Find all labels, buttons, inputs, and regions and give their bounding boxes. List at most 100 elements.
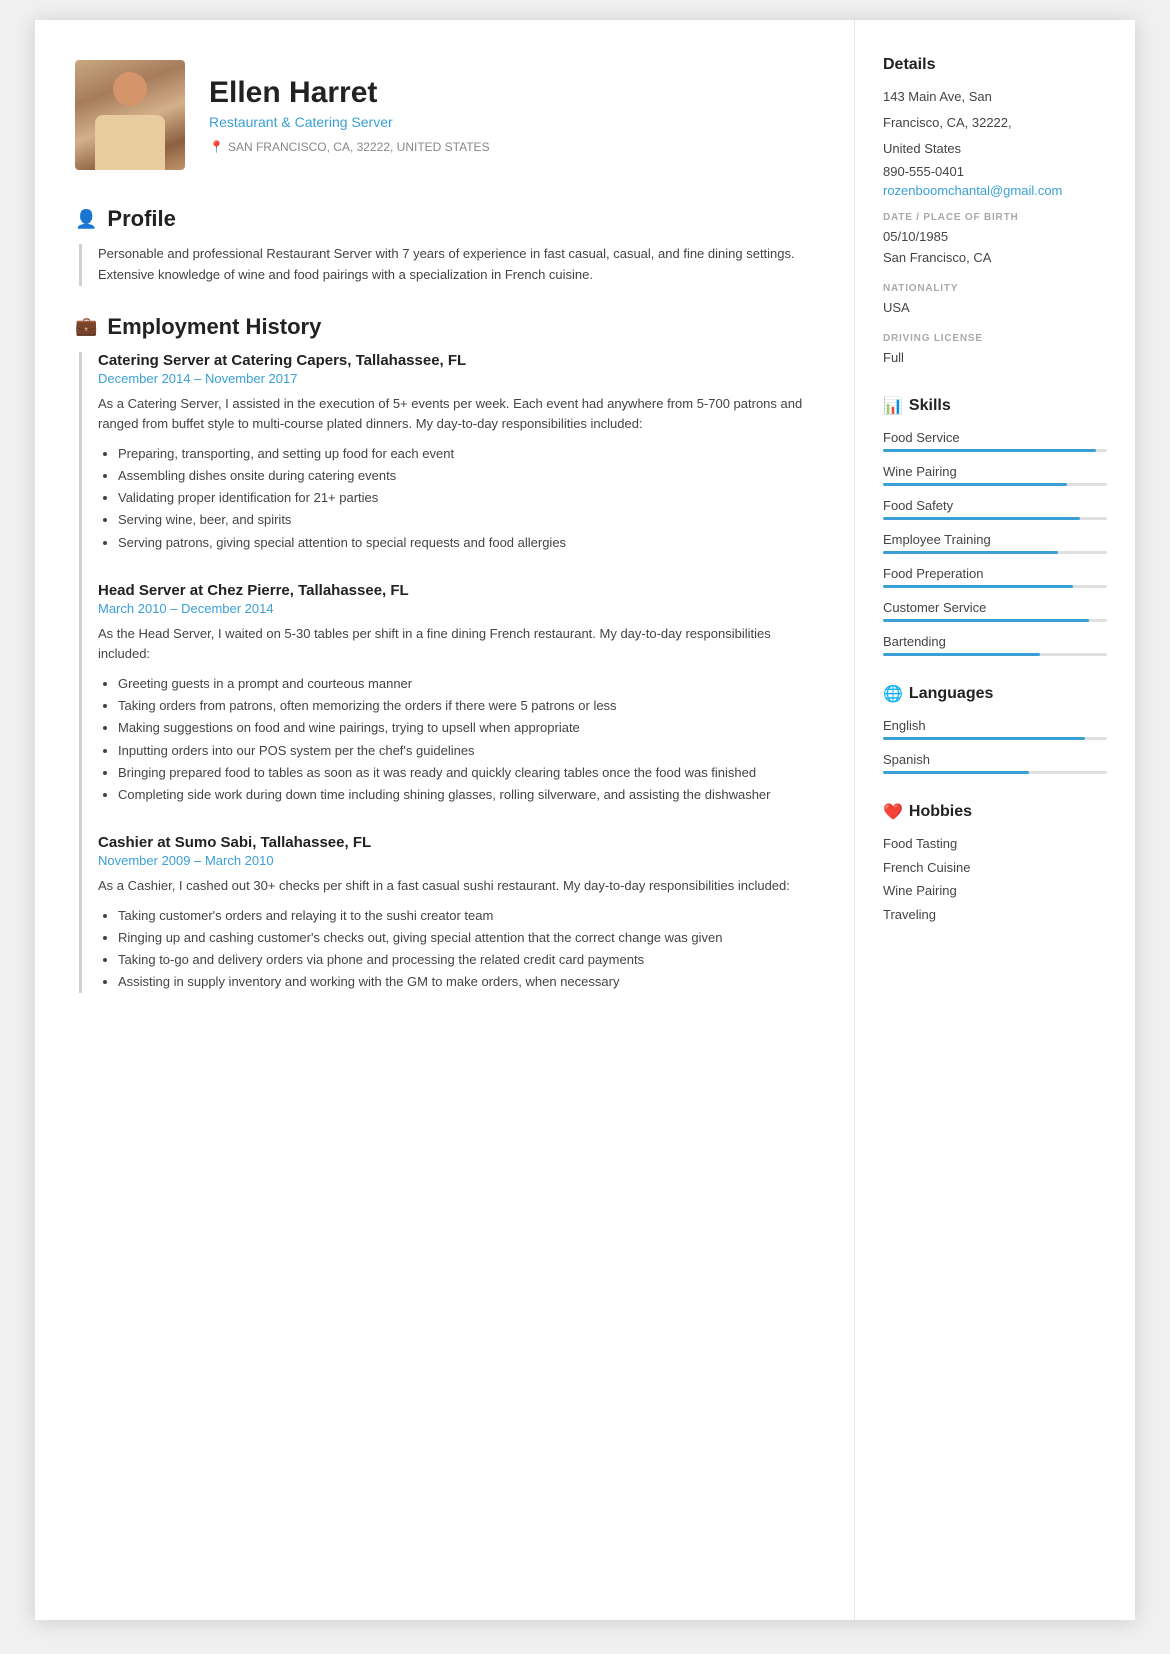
list-item: Serving wine, beer, and spirits: [118, 509, 814, 531]
job-3-bullets: Taking customer's orders and relaying it…: [98, 905, 814, 993]
hobby-1: Food Tasting: [883, 832, 1107, 855]
language-item-2: Spanish: [883, 752, 1107, 774]
job-3: Cashier at Sumo Sabi, Tallahassee, FL No…: [98, 834, 814, 993]
languages-icon: 🌐: [883, 684, 903, 704]
employment-header: 💼 Employment History: [75, 314, 814, 340]
skill-item-1: Food Service: [883, 430, 1107, 452]
main-content: Ellen Harret Restaurant & Catering Serve…: [35, 20, 855, 1620]
job-2: Head Server at Chez Pierre, Tallahassee,…: [98, 582, 814, 806]
license-label: DRIVING LICENSE: [883, 333, 1107, 344]
license-value: Full: [883, 348, 1107, 369]
lang-bar-fill-2: [883, 771, 1029, 774]
list-item: Making suggestions on food and wine pair…: [118, 717, 814, 739]
header-section: Ellen Harret Restaurant & Catering Serve…: [75, 60, 814, 170]
list-item: Preparing, transporting, and setting up …: [118, 443, 814, 465]
job-2-dates: March 2010 – December 2014: [98, 601, 814, 616]
skill-bar-bg-7: [883, 653, 1107, 656]
avatar: [75, 60, 185, 170]
skill-item-7: Bartending: [883, 634, 1107, 656]
candidate-location: 📍 SAN FRANCISCO, CA, 32222, UNITED STATE…: [209, 140, 814, 154]
profile-title: Profile: [107, 206, 175, 232]
job-1: Catering Server at Catering Capers, Tall…: [98, 352, 814, 554]
skill-bar-bg-4: [883, 551, 1107, 554]
languages-section: 🌐 Languages English Spanish: [883, 684, 1107, 774]
job-2-description: As the Head Server, I waited on 5-30 tab…: [98, 624, 814, 666]
profile-section: 👤 Profile Personable and professional Re…: [75, 206, 814, 286]
employment-icon: 💼: [75, 316, 97, 337]
dob-label: DATE / PLACE OF BIRTH: [883, 212, 1107, 223]
skills-section: 📊 Skills Food Service Wine Pairing Food …: [883, 396, 1107, 656]
skill-bar-fill-7: [883, 653, 1040, 656]
job-1-dates: December 2014 – November 2017: [98, 371, 814, 386]
skill-bar-bg-3: [883, 517, 1107, 520]
details-address-3: United States: [883, 138, 1107, 160]
skill-item-4: Employee Training: [883, 532, 1107, 554]
profile-header: 👤 Profile: [75, 206, 814, 232]
details-section: Details 143 Main Ave, San Francisco, CA,…: [883, 56, 1107, 368]
hobbies-section: ❤️ Hobbies Food Tasting French Cuisine W…: [883, 802, 1107, 926]
list-item: Ringing up and cashing customer's checks…: [118, 927, 814, 949]
list-item: Taking orders from patrons, often memori…: [118, 695, 814, 717]
languages-title: 🌐 Languages: [883, 684, 1107, 704]
job-1-description: As a Catering Server, I assisted in the …: [98, 394, 814, 436]
nationality-value: USA: [883, 298, 1107, 319]
skill-item-6: Customer Service: [883, 600, 1107, 622]
candidate-title: Restaurant & Catering Server: [209, 114, 814, 130]
language-item-1: English: [883, 718, 1107, 740]
header-info: Ellen Harret Restaurant & Catering Serve…: [209, 76, 814, 154]
skills-title: 📊 Skills: [883, 396, 1107, 416]
job-3-description: As a Cashier, I cashed out 30+ checks pe…: [98, 876, 814, 897]
candidate-name: Ellen Harret: [209, 76, 814, 110]
list-item: Inputting orders into our POS system per…: [118, 740, 814, 762]
profile-divider: Personable and professional Restaurant S…: [79, 244, 814, 286]
hobbies-title: ❤️ Hobbies: [883, 802, 1107, 822]
skill-bar-fill-3: [883, 517, 1080, 520]
list-item: Completing side work during down time in…: [118, 784, 814, 806]
skill-bar-bg-1: [883, 449, 1107, 452]
employment-title: Employment History: [107, 314, 321, 340]
lang-bar-bg-1: [883, 737, 1107, 740]
skill-bar-fill-5: [883, 585, 1073, 588]
dob-value: 05/10/1985: [883, 227, 1107, 248]
profile-text: Personable and professional Restaurant S…: [98, 244, 814, 286]
skill-bar-bg-5: [883, 585, 1107, 588]
list-item: Greeting guests in a prompt and courteou…: [118, 673, 814, 695]
resume-wrapper: Ellen Harret Restaurant & Catering Serve…: [35, 20, 1135, 1620]
job-2-bullets: Greeting guests in a prompt and courteou…: [98, 673, 814, 806]
details-title: Details: [883, 56, 1107, 74]
list-item: Bringing prepared food to tables as soon…: [118, 762, 814, 784]
hobbies-icon: ❤️: [883, 802, 903, 822]
skill-bar-bg-6: [883, 619, 1107, 622]
list-item: Taking to-go and delivery orders via pho…: [118, 949, 814, 971]
skill-bar-bg-2: [883, 483, 1107, 486]
skill-bar-fill-2: [883, 483, 1067, 486]
job-3-title: Cashier at Sumo Sabi, Tallahassee, FL: [98, 834, 814, 851]
sidebar: Details 143 Main Ave, San Francisco, CA,…: [855, 20, 1135, 1620]
lang-bar-bg-2: [883, 771, 1107, 774]
list-item: Taking customer's orders and relaying it…: [118, 905, 814, 927]
list-item: Assisting in supply inventory and workin…: [118, 971, 814, 993]
nationality-label: NATIONALITY: [883, 283, 1107, 294]
hobby-3: Wine Pairing: [883, 879, 1107, 902]
details-address-1: 143 Main Ave, San: [883, 86, 1107, 108]
skill-bar-fill-6: [883, 619, 1089, 622]
profile-icon: 👤: [75, 209, 97, 230]
hobby-2: French Cuisine: [883, 856, 1107, 879]
job-1-title: Catering Server at Catering Capers, Tall…: [98, 352, 814, 369]
job-3-dates: November 2009 – March 2010: [98, 853, 814, 868]
lang-bar-fill-1: [883, 737, 1085, 740]
skill-bar-fill-1: [883, 449, 1096, 452]
skill-item-5: Food Preperation: [883, 566, 1107, 588]
skill-item-3: Food Safety: [883, 498, 1107, 520]
list-item: Assembling dishes onsite during catering…: [118, 465, 814, 487]
job-2-title: Head Server at Chez Pierre, Tallahassee,…: [98, 582, 814, 599]
skills-icon: 📊: [883, 396, 903, 416]
details-phone: 890-555-0401: [883, 164, 1107, 179]
skill-item-2: Wine Pairing: [883, 464, 1107, 486]
details-email: rozenboomchantal@gmail.com: [883, 183, 1107, 198]
dob-place: San Francisco, CA: [883, 248, 1107, 269]
details-address-2: Francisco, CA, 32222,: [883, 112, 1107, 134]
hobby-4: Traveling: [883, 903, 1107, 926]
location-icon: 📍: [209, 140, 224, 154]
list-item: Validating proper identification for 21+…: [118, 487, 814, 509]
